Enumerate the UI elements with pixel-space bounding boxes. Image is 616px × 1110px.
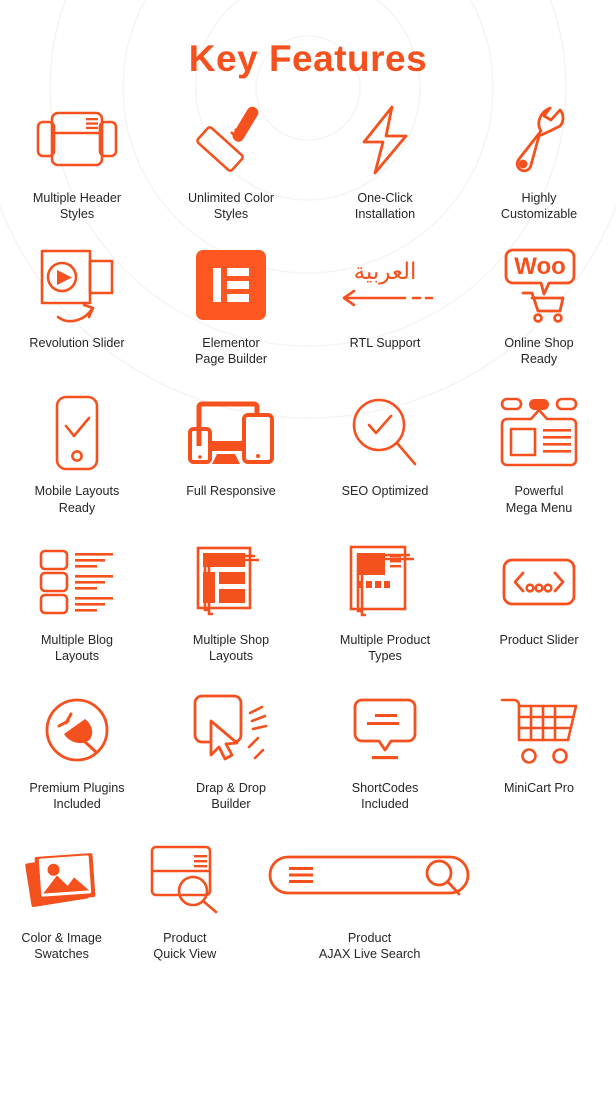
- feature-card-minicart-pro[interactable]: MiniCart Pro: [462, 689, 616, 812]
- feature-card-multiple-header-styles[interactable]: Multiple Header Styles: [0, 99, 154, 222]
- feature-label: Product Quick View: [153, 931, 217, 962]
- feature-card-one-click-installation[interactable]: One-Click Installation: [308, 99, 462, 222]
- page-title: Key Features: [188, 38, 428, 79]
- feature-label: ShortCodes Included: [351, 780, 419, 811]
- plugin-plug-icon: [44, 689, 110, 771]
- feature-label: Multiple Shop Layouts: [192, 632, 270, 663]
- multiple-header-styles-icon: [35, 99, 119, 181]
- feature-card-multiple-product-types[interactable]: Multiple Product Types: [308, 541, 462, 664]
- minicart-trolley-icon: [500, 689, 578, 771]
- rtl-arabic-arrow-icon: العربية: [335, 244, 435, 326]
- feature-label: Unlimited Color Styles: [187, 191, 275, 222]
- mobile-check-icon: [50, 392, 104, 474]
- features-row: Multiple Header Styles Unlimited Color S…: [0, 99, 616, 222]
- features-grid: Multiple Header Styles Unlimited Color S…: [0, 99, 616, 962]
- feature-card-revolution-slider[interactable]: Revolution Slider: [0, 244, 154, 367]
- elementor-logo-icon: [196, 244, 266, 326]
- feature-card-product-quick-view[interactable]: Product Quick View: [123, 837, 246, 962]
- features-row: Mobile Layouts Ready Full Responsive SEO…: [0, 392, 616, 515]
- feature-card-full-responsive[interactable]: Full Responsive: [154, 392, 308, 515]
- arabic-sample-text: العربية: [353, 259, 417, 286]
- feature-card-color-image-swatches[interactable]: Color & Image Swatches: [0, 837, 123, 962]
- features-row: Color & Image Swatches Product Quick Vie…: [0, 837, 616, 962]
- feature-label: Revolution Slider: [29, 336, 125, 351]
- feature-label: Drap & Drop Builder: [196, 780, 266, 811]
- product-types-icon: [349, 541, 420, 623]
- wrench-icon: [506, 99, 572, 181]
- quick-view-card-icon: [149, 837, 221, 921]
- paint-roller-icon: [191, 99, 271, 181]
- ajax-search-bar-icon: [267, 837, 473, 921]
- responsive-devices-icon: [188, 392, 274, 474]
- feature-label: Product AJAX Live Search: [318, 931, 421, 962]
- feature-label: Color & Image Swatches: [21, 931, 102, 962]
- feature-card-shortcodes-included[interactable]: ShortCodes Included: [308, 689, 462, 812]
- feature-card-highly-customizable[interactable]: Highly Customizable: [462, 99, 616, 222]
- feature-label: RTL Support: [349, 336, 421, 351]
- feature-label: Highly Customizable: [500, 191, 578, 222]
- feature-label: Full Responsive: [186, 484, 276, 499]
- features-row: Premium Plugins Included Drap & Drop Bui…: [0, 689, 616, 812]
- feature-card-drag-drop-builder[interactable]: Drap & Drop Builder: [154, 689, 308, 812]
- feature-card-online-shop-ready[interactable]: Woo Online Shop Ready: [462, 244, 616, 367]
- shop-grid-layout-icon: [196, 541, 265, 623]
- feature-card-seo-optimized[interactable]: SEO Optimized: [308, 392, 462, 515]
- features-row: Revolution Slider Elementor Page Builder: [0, 244, 616, 367]
- shortcode-bubble-icon: [353, 689, 417, 771]
- feature-label: Elementor Page Builder: [194, 336, 268, 367]
- feature-card-elementor-page-builder[interactable]: Elementor Page Builder: [154, 244, 308, 367]
- seo-magnifier-check-icon: [349, 392, 421, 474]
- features-row: Multiple Blog Layouts Multiple Shop Layo…: [0, 541, 616, 664]
- feature-card-product-ajax-live-search[interactable]: Product AJAX Live Search: [246, 837, 492, 962]
- feature-label: Online Shop Ready: [504, 336, 574, 367]
- feature-label: Premium Plugins Included: [29, 780, 125, 811]
- revolution-slider-icon: [36, 244, 118, 326]
- feature-card-product-slider[interactable]: Product Slider: [462, 541, 616, 664]
- feature-label: Multiple Header Styles: [32, 191, 122, 222]
- feature-label: Product Slider: [499, 632, 579, 647]
- feature-label: SEO Optimized: [341, 484, 429, 499]
- feature-card-unlimited-color-styles[interactable]: Unlimited Color Styles: [154, 99, 308, 222]
- feature-card-multiple-blog-layouts[interactable]: Multiple Blog Layouts: [0, 541, 154, 664]
- lightning-bolt-icon: [354, 99, 416, 181]
- woocommerce-cart-icon: Woo: [501, 244, 577, 326]
- drag-drop-cursor-icon: [192, 689, 270, 771]
- feature-card-mobile-layouts-ready[interactable]: Mobile Layouts Ready: [0, 392, 154, 515]
- photo-stack-icon: [22, 837, 102, 921]
- feature-label: MiniCart Pro: [504, 780, 574, 795]
- feature-card-premium-plugins-included[interactable]: Premium Plugins Included: [0, 689, 154, 812]
- feature-card-multiple-shop-layouts[interactable]: Multiple Shop Layouts: [154, 541, 308, 664]
- blog-list-layout-icon: [39, 541, 115, 623]
- woo-wordmark: Woo: [514, 253, 566, 280]
- product-slider-icon: [502, 541, 576, 623]
- feature-card-rtl-support[interactable]: العربية RTL Support: [308, 244, 462, 367]
- feature-label: Powerful Mega Menu: [505, 484, 573, 515]
- feature-label: One-Click Installation: [354, 191, 416, 222]
- feature-card-powerful-mega-menu[interactable]: Powerful Mega Menu: [462, 392, 616, 515]
- mega-menu-icon: [498, 392, 580, 474]
- feature-label: Mobile Layouts Ready: [34, 484, 120, 515]
- feature-label: Multiple Product Types: [339, 632, 431, 663]
- feature-label: Multiple Blog Layouts: [40, 632, 114, 663]
- key-features-page: Key Features Multiple Header Styles Unli…: [0, 0, 616, 1110]
